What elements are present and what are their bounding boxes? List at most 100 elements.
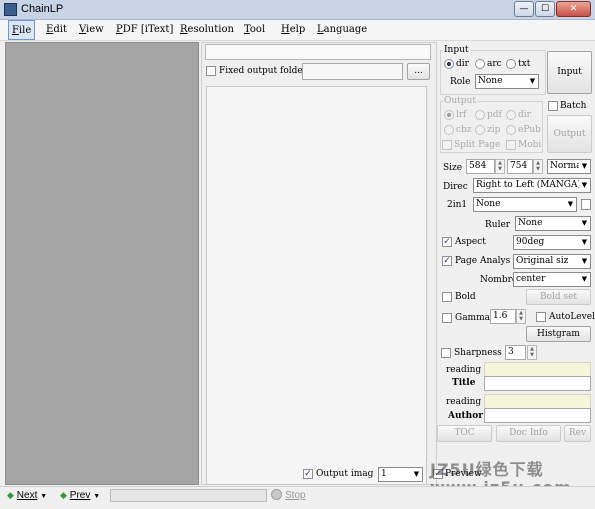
- gamma-checkbox[interactable]: [442, 313, 452, 326]
- reading-label-2: reading: [446, 397, 482, 407]
- batch-checkbox[interactable]: [548, 101, 558, 114]
- preview-area[interactable]: [206, 86, 427, 485]
- input-button[interactable]: Input: [547, 51, 592, 94]
- chevron-down-icon: ▼: [579, 273, 590, 286]
- menu-tool[interactable]: Tool: [241, 20, 268, 40]
- output-radio-pdf-label: pdf: [487, 110, 502, 120]
- chevron-down-icon: ▼: [565, 198, 576, 211]
- direction-value: Right to Left (MANGA): [476, 180, 581, 190]
- chevron-down-icon: ▼: [579, 236, 590, 249]
- input-group-title: Input: [443, 45, 470, 55]
- stop-button[interactable]: Stop: [285, 490, 306, 501]
- bold-checkbox[interactable]: [442, 292, 452, 305]
- menu-resolution[interactable]: Resolution: [177, 20, 237, 40]
- next-button[interactable]: ◆ Next ▼: [7, 490, 47, 501]
- menu-file[interactable]: File: [8, 20, 36, 40]
- page-analysis-select[interactable]: Original siz ▼: [513, 254, 591, 269]
- gamma-field[interactable]: 1.6: [490, 309, 516, 324]
- next-label: Next: [16, 490, 38, 501]
- input-radio-arc-label: arc: [487, 59, 502, 69]
- menu-edit[interactable]: Edit: [43, 20, 70, 40]
- aspect-label: Aspect: [455, 237, 486, 247]
- gamma-stepper[interactable]: ▲ ▼: [516, 309, 526, 324]
- size-height-field[interactable]: 754: [507, 159, 533, 174]
- fixed-output-folder-label: Fixed output folde: [219, 66, 303, 76]
- chevron-down-icon: ▼: [93, 493, 101, 500]
- aspect-checkbox[interactable]: [442, 237, 452, 247]
- page-analysis-checkbox[interactable]: [442, 256, 452, 266]
- nombre-value: center: [516, 274, 546, 284]
- role-select[interactable]: None ▼: [475, 74, 539, 89]
- nombre-select[interactable]: center ▼: [513, 272, 591, 287]
- author-field[interactable]: [484, 408, 591, 423]
- prev-button[interactable]: ◆ Prev ▼: [60, 490, 100, 501]
- page-analysis-label: Page Analys: [455, 256, 511, 266]
- doc-info-button[interactable]: Doc Info: [496, 425, 561, 442]
- bold-set-button[interactable]: Bold set: [526, 289, 591, 305]
- aspect-select[interactable]: 90deg ▼: [513, 235, 591, 250]
- output-radio-cbz: [444, 125, 454, 138]
- output-radio-lrf-label: lrf: [456, 110, 467, 120]
- output-radio-zip: [475, 125, 485, 138]
- page-list-panel[interactable]: [5, 42, 199, 485]
- input-path-field[interactable]: [205, 44, 431, 60]
- direction-select[interactable]: Right to Left (MANGA) ▼: [473, 178, 591, 193]
- input-radio-dir-label: dir: [456, 59, 469, 69]
- aspect-value: 90deg: [516, 237, 545, 247]
- output-folder-field[interactable]: [302, 63, 403, 80]
- mobi-checkbox: [506, 140, 516, 153]
- input-radio-txt[interactable]: [506, 59, 516, 72]
- menu-view[interactable]: View: [76, 20, 107, 40]
- sharpness-stepper[interactable]: ▲ ▼: [527, 345, 537, 360]
- output-image-select[interactable]: 1 ▼: [378, 467, 423, 482]
- window-title: ChainLP: [21, 3, 64, 15]
- arrow-right-icon: ◆: [7, 491, 14, 501]
- title-reading-field[interactable]: [484, 362, 591, 377]
- menu-pdf[interactable]: PDF [iText]: [113, 20, 176, 40]
- chevron-down-icon: ▼: [527, 75, 538, 88]
- menu-help[interactable]: Help: [278, 20, 308, 40]
- size-width-field[interactable]: 584: [466, 159, 495, 174]
- autolevel-checkbox[interactable]: [536, 312, 546, 325]
- size-label: Size: [443, 163, 463, 173]
- fixed-output-folder-checkbox[interactable]: [206, 66, 216, 79]
- role-value: None: [478, 76, 503, 86]
- direc-label: Direc: [443, 182, 468, 192]
- author-reading-field[interactable]: [484, 394, 591, 409]
- minimize-button[interactable]: —: [514, 1, 534, 17]
- ruler-select[interactable]: None ▼: [515, 216, 591, 231]
- maximize-button[interactable]: ☐: [535, 1, 555, 17]
- output-radio-lrf: [444, 110, 454, 123]
- output-radio-epub: [506, 125, 516, 138]
- rev-button[interactable]: Rev: [564, 425, 591, 442]
- output-radio-epub-label: ePub: [518, 125, 541, 135]
- close-button[interactable]: ✕: [556, 1, 591, 17]
- output-image-checkbox[interactable]: [303, 469, 313, 479]
- menu-language[interactable]: Language: [314, 20, 370, 40]
- output-image-value: 1: [381, 469, 387, 479]
- bold-label: Bold: [455, 292, 476, 302]
- size-mode-select[interactable]: Normal ▼: [547, 159, 591, 174]
- chevron-down-icon: ▼: [579, 179, 590, 192]
- gamma-label: Gamma: [455, 313, 490, 323]
- prev-label: Prev: [69, 490, 91, 501]
- sharpness-checkbox[interactable]: [441, 348, 451, 361]
- toc-button[interactable]: TOC: [437, 425, 492, 442]
- arrow-left-icon: ◆: [60, 491, 67, 501]
- twoin1-checkbox[interactable]: [581, 199, 591, 210]
- split-page-label: Split Page: [454, 140, 501, 150]
- input-radio-dir[interactable]: [444, 59, 454, 72]
- chevron-down-icon: ▼: [579, 160, 590, 173]
- twoin1-select[interactable]: None ▼: [473, 197, 577, 212]
- output-button[interactable]: Output: [547, 115, 592, 153]
- browse-button[interactable]: ...: [407, 63, 430, 80]
- sharpness-field[interactable]: 3: [505, 345, 526, 360]
- histogram-button[interactable]: Histgram: [526, 326, 591, 342]
- title-field[interactable]: [484, 376, 591, 391]
- reading-label-1: reading: [446, 365, 482, 375]
- input-radio-txt-label: txt: [518, 59, 531, 69]
- twoin1-label: 2in1: [447, 200, 468, 210]
- size-height-stepper[interactable]: ▲ ▼: [533, 159, 543, 174]
- input-radio-arc[interactable]: [475, 59, 485, 72]
- size-width-stepper[interactable]: ▲ ▼: [495, 159, 505, 174]
